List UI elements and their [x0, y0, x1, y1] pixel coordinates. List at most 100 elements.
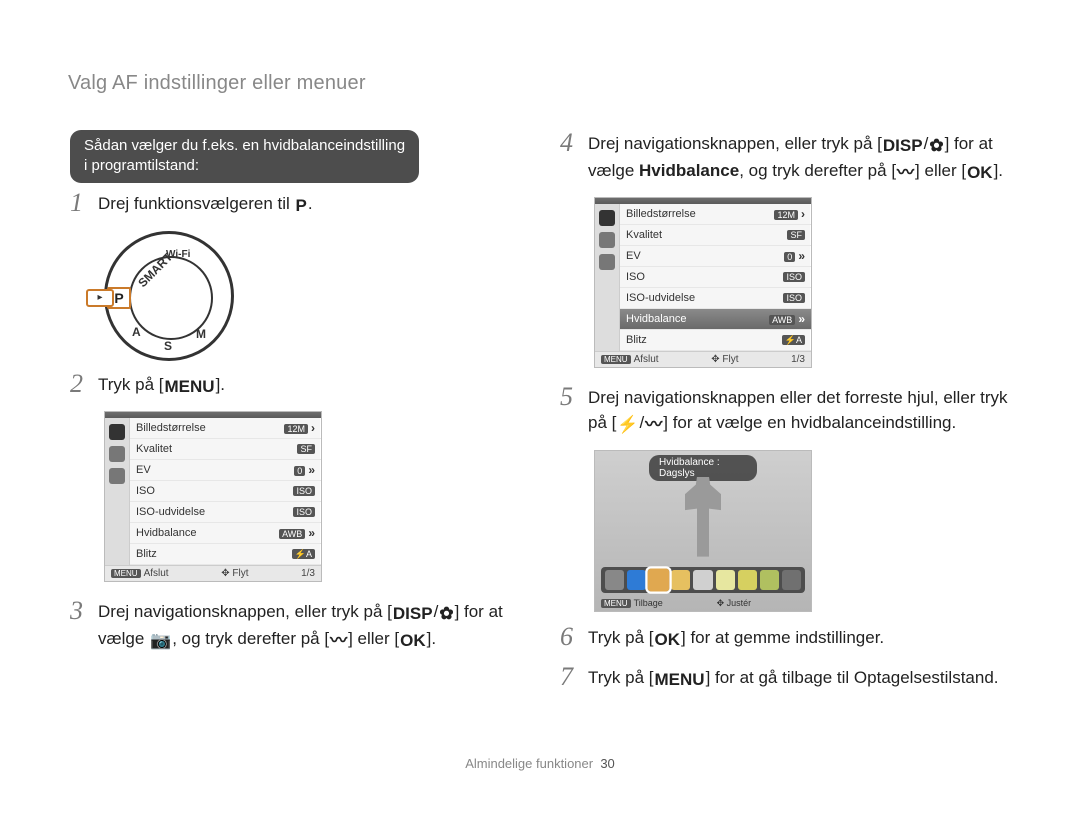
section-name: Almindelige funktioner	[465, 756, 593, 771]
dial-wifi: Wi-Fi	[166, 249, 190, 260]
menu-item-value: 0	[784, 252, 795, 262]
disp-icon: DISP	[392, 602, 434, 627]
wb-swatch	[627, 570, 646, 590]
menu-item-value: 0	[294, 466, 305, 476]
menu-item-value: ISO	[783, 293, 805, 303]
menu-item-label: Hvidbalance	[136, 527, 197, 539]
dial-m: M	[196, 327, 206, 341]
menu-footer: MENUAfslut ✥ Flyt 1/3	[595, 351, 811, 367]
step-body: Drej navigationsknappen, eller tryk på […	[588, 130, 1010, 185]
menu-item-value: SF	[787, 230, 805, 240]
menu-row: Billedstørrelse12M›	[620, 204, 811, 225]
menu-item-label: Kvalitet	[626, 229, 662, 241]
step-body: Tryk på [MENU] for at gå tilbage til Opt…	[588, 664, 1010, 693]
menu-item-label: ISO-udvidelse	[626, 292, 695, 304]
adjust-icon: ✥	[717, 598, 725, 608]
step-6: 6 Tryk på [OK] for at gemme indstillinge…	[560, 624, 1010, 653]
dial-pointer: ▸	[86, 289, 114, 307]
mode-p-icon: P	[295, 194, 308, 219]
menu-tabs	[595, 204, 620, 351]
timer-icon: 〰	[329, 629, 348, 654]
step-body: Drej funktionsvælgeren til P.	[98, 190, 510, 219]
tab-video-icon	[599, 232, 615, 248]
menu-item-label: EV	[626, 250, 641, 262]
hvidbalance-label: Hvidbalance	[639, 161, 739, 180]
step-7: 7 Tryk på [MENU] for at gå tilbage til O…	[560, 664, 1010, 693]
menu-item-value: AWB	[279, 529, 305, 539]
timer-icon: 〰	[644, 413, 663, 438]
menu-item-value: ISO	[293, 486, 315, 496]
step-body: Drej navigationsknappen eller det forres…	[588, 384, 1010, 437]
step-number: 6	[560, 624, 582, 650]
menu-item-label: ISO	[626, 271, 645, 283]
chevron-right-icon: ›	[311, 421, 315, 435]
camera-menu-screenshot-1: Billedstørrelse12M›KvalitetSFEV0»ISOISOI…	[104, 411, 322, 582]
chevron-double-right-icon: »	[798, 312, 805, 326]
menu-row: EV0»	[620, 246, 811, 267]
menu-row: HvidbalanceAWB»	[620, 309, 811, 330]
wb-swatch	[671, 570, 690, 590]
wb-swatch	[648, 568, 670, 591]
menu-tabs	[105, 418, 130, 565]
wb-swatch	[782, 570, 801, 590]
step-body: Drej navigationsknappen, eller tryk på […	[98, 598, 510, 653]
flash-icon: ⚡	[616, 413, 639, 438]
menu-item-value: 12M	[284, 424, 308, 434]
menu-row: ISOISO	[620, 267, 811, 288]
camera-icon: 📷	[149, 629, 172, 654]
menu-row: ISO-udvidelse ISO	[130, 502, 321, 523]
menu-item-label: ISO	[136, 485, 155, 497]
disp-icon: DISP	[882, 134, 924, 159]
tab-settings-icon	[599, 254, 615, 270]
macro-icon: ✿	[928, 134, 944, 159]
menu-footer: MENUAfslut ✥ Flyt 1/3	[105, 565, 321, 581]
tab-video-icon	[109, 446, 125, 462]
menu-item-label: Kvalitet	[136, 443, 172, 455]
wb-swatch	[716, 570, 735, 590]
ok-icon: OK	[399, 629, 427, 654]
page-counter: 1/3	[791, 354, 805, 365]
wb-swatch	[693, 570, 712, 590]
page-number: 30	[600, 756, 614, 771]
step-number: 2	[70, 371, 92, 397]
wb-preview-screenshot: Hvidbalance : Dagslys MENUTilbage ✥ Just…	[594, 450, 812, 612]
wb-swatch	[760, 570, 779, 590]
menu-row: Kvalitet SF	[620, 225, 811, 246]
menu-button-icon: MENU	[111, 569, 141, 578]
intro-pill: Sådan vælger du f.eks. en hvidbalanceind…	[70, 130, 419, 183]
menu-item-value: ⚡A	[292, 549, 315, 559]
timer-icon: 〰	[896, 161, 915, 186]
tab-camera-icon	[599, 210, 615, 226]
menu-item-value: ISO	[293, 507, 315, 517]
menu-icon: MENU	[654, 668, 706, 693]
menu-item-value: SF	[297, 444, 315, 454]
right-column: 4 Drej navigationsknappen, eller tryk på…	[560, 130, 1010, 705]
step-number: 1	[70, 190, 92, 216]
step-body: Tryk på [OK] for at gemme indstillinger.	[588, 624, 1010, 653]
move-icon: ✥	[711, 354, 719, 365]
menu-item-label: ISO-udvidelse	[136, 506, 205, 518]
step-3: 3 Drej navigationsknappen, eller tryk på…	[70, 598, 510, 653]
intro-line2: i programtilstand:	[84, 157, 199, 174]
step-number: 7	[560, 664, 582, 690]
move-icon: ✥	[221, 568, 229, 579]
menu-row: Blitz⚡A	[130, 544, 321, 565]
menu-row: EV0»	[130, 460, 321, 481]
silhouette-figure	[673, 477, 733, 557]
wb-swatch	[738, 570, 757, 590]
menu-list: Billedstørrelse12M›KvalitetSFEV0»ISOISOI…	[620, 204, 811, 351]
menu-row: ISO-udvidelse ISO	[620, 288, 811, 309]
menu-item-label: Billedstørrelse	[626, 208, 696, 220]
wb-swatch	[605, 570, 624, 590]
menu-row: HvidbalanceAWB»	[130, 523, 321, 544]
menu-icon: MENU	[164, 375, 216, 400]
menu-row: Billedstørrelse 12M›	[130, 418, 321, 439]
camera-menu-screenshot-2: Billedstørrelse12M›KvalitetSFEV0»ISOISOI…	[594, 197, 812, 368]
menu-item-label: Billedstørrelse	[136, 422, 206, 434]
wb-swatch-strip	[601, 567, 805, 593]
dial-a: A	[132, 325, 141, 339]
ok-icon: OK	[966, 161, 994, 186]
chevron-double-right-icon: »	[308, 463, 315, 477]
step-5: 5 Drej navigationsknappen eller det forr…	[560, 384, 1010, 437]
tab-camera-icon	[109, 424, 125, 440]
